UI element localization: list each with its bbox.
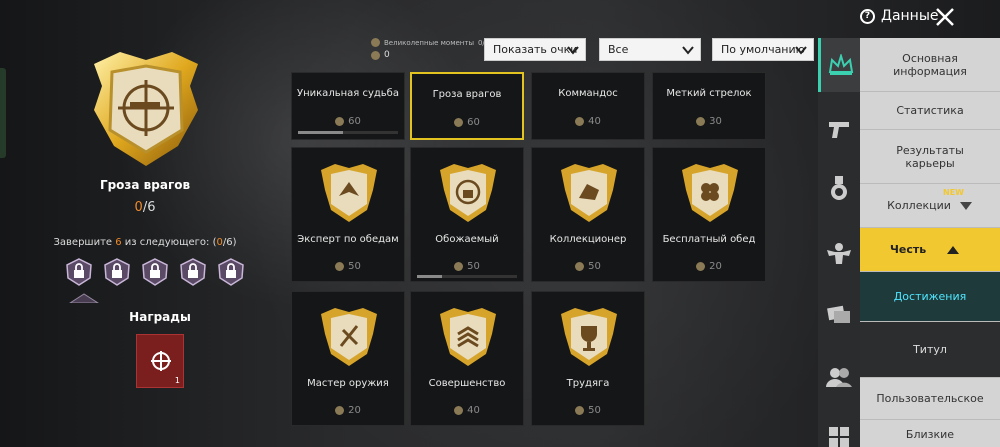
lock-icon (69, 293, 99, 303)
coin-icon (696, 117, 706, 126)
coin-icon (696, 262, 706, 271)
grid-icon (829, 427, 849, 447)
achievement-card[interactable]: Меткий стрелок 30 (652, 72, 766, 140)
reward-count: 1 (174, 376, 180, 385)
side-handle[interactable] (0, 68, 6, 158)
menu-title[interactable]: Титул (860, 322, 1000, 378)
collector-shield-icon (561, 164, 617, 222)
achievement-card[interactable]: Коммандос 40 (531, 72, 645, 140)
coin-icon (575, 406, 585, 415)
cards-icon (827, 305, 850, 323)
coin-icon (454, 406, 464, 415)
coin-icon (454, 262, 464, 271)
muscle-icon (827, 243, 851, 264)
coin-icon (371, 50, 380, 60)
close-icon[interactable] (934, 6, 956, 28)
rewards-title: Награды (129, 310, 191, 324)
sidebar-icon-tab[interactable] (818, 410, 860, 447)
achievement-card[interactable]: Трудяга 50 (531, 291, 645, 426)
sidebar-icon-tab[interactable] (818, 102, 860, 156)
pistol-icon (829, 122, 849, 138)
badge-shield-icon (94, 52, 198, 166)
new-badge: NEW (943, 188, 964, 197)
achievement-card[interactable]: Обожаемый 50 (410, 147, 524, 282)
progress-bar (417, 275, 517, 278)
menu-achievements[interactable]: Достижения (860, 272, 1000, 322)
sort-dropdown[interactable]: По умолчанию (712, 38, 814, 61)
achievement-card[interactable]: Совершенство 40 (410, 291, 524, 426)
lock-icon[interactable] (142, 258, 168, 286)
sidebar-icons (818, 38, 860, 447)
data-button[interactable]: ? Данные (860, 8, 939, 24)
menu-close[interactable]: Близкие (860, 420, 1000, 447)
achievement-card[interactable]: Эксперт по обедам 50 (291, 147, 405, 282)
sidebar-icon-tab[interactable] (818, 288, 860, 342)
show-points-dropdown[interactable]: Показать очки (484, 38, 586, 61)
reward-emblem-icon (151, 351, 171, 371)
badge-progress: 0/6 (134, 200, 156, 215)
menu-stats[interactable]: Статистика (860, 92, 1000, 130)
chevron-down-icon (795, 46, 807, 55)
coin-icon (575, 117, 585, 126)
crown-icon (828, 54, 853, 75)
coin-icon (335, 262, 345, 271)
completion-requirement: Завершите 6 из следующего: (0/6) (53, 237, 237, 248)
menu-honor[interactable]: Честь (860, 228, 1000, 272)
menu-basic-info[interactable]: Основная информация (860, 38, 1000, 92)
sidebar-icon-tab[interactable] (818, 226, 860, 280)
locked-badges (66, 258, 244, 286)
coin-icon (454, 118, 464, 127)
eagle-shield-icon (321, 164, 377, 222)
lock-icon[interactable] (180, 258, 206, 286)
achievement-card[interactable]: Коллекционер 50 (531, 147, 645, 282)
achievement-card[interactable]: Бесплатный обед 20 (652, 147, 766, 282)
progress-bar (298, 131, 398, 134)
achievement-card[interactable]: Уникальная судьба 60 (291, 72, 405, 140)
clover-shield-icon (682, 164, 738, 222)
lock-icon[interactable] (218, 258, 244, 286)
data-button-label: Данные (881, 8, 939, 24)
moments-info: Великолепные моменты0/11 (371, 38, 494, 47)
sidebar-icon-tab[interactable] (818, 38, 860, 92)
thumbs-up-shield-icon (440, 164, 496, 222)
menu-career[interactable]: Результаты карьеры (860, 130, 1000, 184)
achievement-card-selected[interactable]: Гроза врагов 60 (410, 72, 524, 140)
rank-shield-icon (440, 308, 496, 366)
coin-icon (371, 38, 380, 47)
menu-custom[interactable]: Пользовательское (860, 378, 1000, 420)
sidebar-menu: Основная информация Статистика Результат… (860, 38, 1000, 447)
category-dropdown[interactable]: Все (599, 38, 701, 61)
menu-collections[interactable]: Коллекции NEW (860, 184, 1000, 228)
lock-icon[interactable] (66, 258, 92, 286)
sidebar-icon-tab[interactable] (818, 162, 860, 216)
reward-item[interactable]: 1 (136, 334, 184, 388)
chevron-up-icon (947, 245, 960, 254)
coin-icon (335, 406, 345, 415)
chevron-down-icon (567, 46, 579, 55)
lock-icon[interactable] (104, 258, 130, 286)
chevron-down-icon (682, 46, 694, 55)
trophy-shield-icon (561, 308, 617, 366)
coin-icon (575, 262, 585, 271)
chevron-down-icon (959, 201, 972, 210)
achievement-card[interactable]: Мастер оружия 20 (291, 291, 405, 426)
medal-icon (831, 176, 847, 200)
friends-icon (826, 368, 852, 387)
points-total: 0 (371, 50, 390, 60)
sidebar-icon-tab[interactable] (818, 350, 860, 404)
weapon-master-shield-icon (321, 308, 377, 366)
badge-title: Гроза врагов (99, 178, 191, 192)
coin-icon (335, 117, 345, 126)
question-icon: ? (860, 8, 875, 24)
